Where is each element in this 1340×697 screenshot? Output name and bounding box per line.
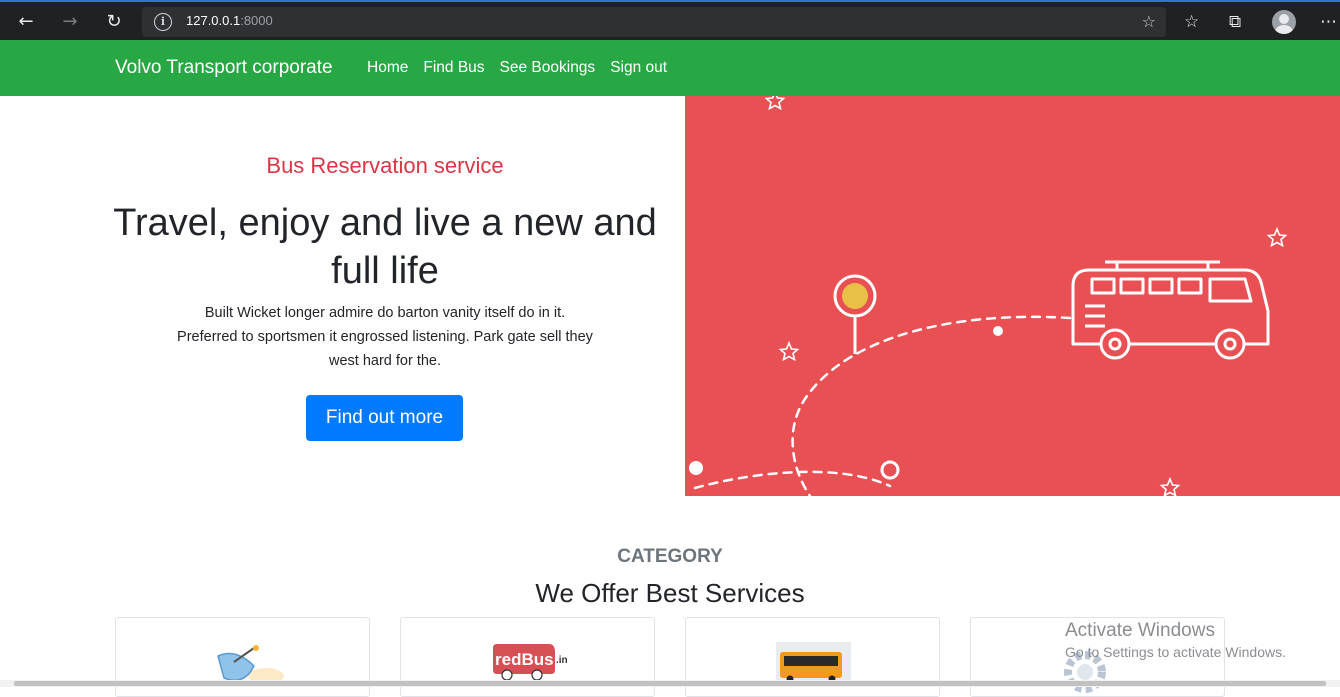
hero-content: Bus Reservation service Travel, enjoy an… (100, 96, 670, 496)
url-port: :8000 (240, 13, 273, 28)
address-bar[interactable]: i 127.0.0.1:8000 ☆ (142, 7, 1166, 37)
hero-headline: Travel, enjoy and live a new and full li… (113, 202, 657, 292)
nav-links: Home Find Bus See Bookings Sign out (367, 59, 667, 77)
hero-description: Built Wicket longer admire do barton van… (177, 305, 593, 369)
nav-see-bookings-link[interactable]: See Bookings (500, 59, 596, 77)
redbus-logo-suffix: .in (556, 655, 568, 666)
nav-sign-out-link[interactable]: Sign out (610, 59, 667, 77)
dashed-route-path-lower (693, 470, 892, 490)
watermark-subtitle: Go to Settings to activate Windows. (1065, 644, 1286, 660)
find-out-more-button[interactable]: Find out more (306, 395, 463, 441)
forward-arrow-icon[interactable]: → (58, 10, 82, 34)
horizontal-scrollbar[interactable] (0, 680, 1340, 687)
nav-home-link[interactable]: Home (367, 59, 408, 77)
redbus-logo-text: redBus (495, 650, 554, 669)
hero-illustration (685, 96, 1340, 496)
route-dot (993, 326, 1003, 336)
bus-route-illustration (689, 96, 1288, 496)
dashed-route-path (791, 315, 1072, 496)
category-title: We Offer Best Services (535, 578, 805, 608)
nav-find-bus-link[interactable]: Find Bus (423, 59, 484, 77)
site-info-icon[interactable]: i (154, 13, 172, 31)
activate-windows-watermark: Activate Windows Go to Settings to activ… (1065, 620, 1286, 660)
hero-subtitle: Bus Reservation service (266, 153, 504, 178)
scrollbar-thumb[interactable] (14, 681, 1326, 686)
location-pin-icon (833, 274, 877, 354)
refresh-icon[interactable]: ↻ (102, 10, 126, 34)
back-arrow-icon[interactable]: ← (14, 10, 38, 34)
category-label: CATEGORY (617, 546, 723, 567)
profile-avatar[interactable] (1272, 10, 1296, 34)
watermark-title: Activate Windows (1065, 620, 1215, 641)
route-dot-end (880, 460, 900, 480)
collections-icon[interactable]: ⧉ (1229, 10, 1241, 34)
more-menu-icon[interactable]: ⋯ (1320, 10, 1337, 34)
url-text: 127.0.0.1:8000 (186, 13, 273, 28)
bus-outline-icon (1071, 260, 1270, 360)
site-navbar: Volvo Transport corporate Home Find Bus … (0, 40, 1340, 96)
add-favorite-icon[interactable]: ☆ (1142, 12, 1156, 31)
browser-toolbar: ← → ↻ i 127.0.0.1:8000 ☆ ☆ ⧉ ⋯ (0, 0, 1340, 40)
favorites-icon[interactable]: ☆ (1184, 10, 1199, 34)
brand-link[interactable]: Volvo Transport corporate (115, 57, 333, 79)
url-host: 127.0.0.1 (186, 13, 241, 28)
route-dot-start (689, 461, 703, 475)
